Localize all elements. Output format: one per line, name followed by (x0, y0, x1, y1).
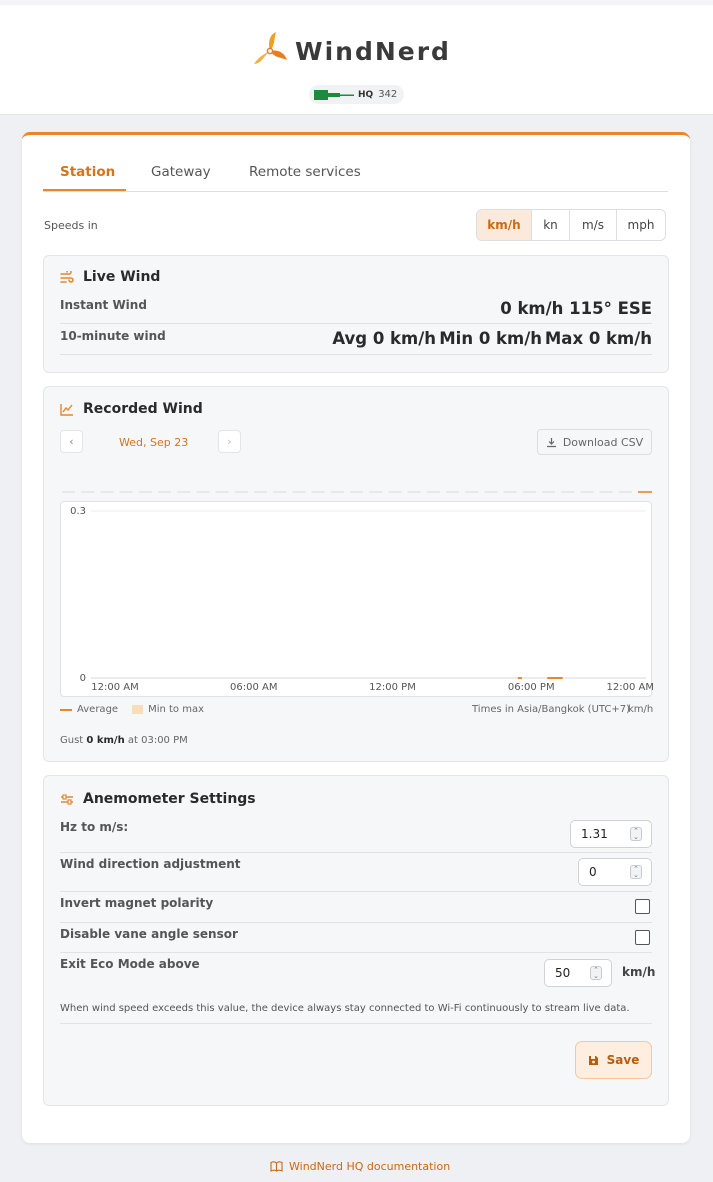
documentation-link-label: WindNerd HQ documentation (289, 1160, 451, 1173)
x-tick-label: 06:00 AM (230, 682, 277, 693)
ten-minute-max: Max 0 km/h (544, 329, 652, 348)
invert-polarity-checkbox[interactable] (635, 899, 650, 914)
eco-mode-unit: km/h (622, 965, 656, 979)
x-tick-label: 06:00 PM (508, 682, 555, 693)
disable-vane-checkbox[interactable] (635, 930, 650, 945)
live-wind-panel: Live Wind Instant Wind 0 km/h 115° ESE 1… (43, 255, 669, 373)
direction-adjust-input[interactable]: 0 ⌃ ⌄ (578, 858, 652, 886)
legend-range-swatch (132, 705, 144, 714)
next-day-button[interactable]: › (218, 430, 241, 453)
unit-kmh-button[interactable]: km/h (477, 210, 532, 240)
unit-mph-button[interactable]: mph (617, 210, 665, 240)
eco-mode-spinner[interactable]: ⌃ ⌄ (590, 966, 602, 980)
anemometer-title: Anemometer Settings (60, 791, 256, 807)
y-tick-label: 0 (80, 673, 86, 684)
gust-prefix: Gust (60, 735, 84, 746)
device-model: HQ (358, 89, 374, 100)
timezone-note: Times in Asia/Bangkok (UTC+7) (472, 704, 631, 715)
windmill-logo-icon (254, 32, 287, 64)
direction-adjust-row: Wind direction adjustment 0 ⌃ ⌄ (60, 853, 652, 892)
hz-spinner[interactable]: ⌃ ⌄ (630, 827, 642, 841)
eco-mode-row: Exit Eco Mode above 50 ⌃ ⌄ km/h When wind… (60, 953, 656, 1024)
download-csv-button[interactable]: Download CSV (537, 429, 652, 455)
hz-row: Hz to m/s: 1.31 ⌃ ⌄ (60, 817, 652, 853)
legend-average-label: Average (77, 704, 119, 715)
ten-minute-min: Min 0 km/h (439, 329, 542, 348)
legend-range-label: Min to max (148, 704, 205, 715)
gust-time: at 03:00 PM (127, 735, 188, 746)
unit-ms-button[interactable]: m/s (570, 210, 617, 240)
wind-chart: 0.3 0 12:00 AM 06:00 AM 12:00 PM 06:00 PM 12:0… (60, 501, 654, 697)
tab-remote-services[interactable]: Remote services (249, 164, 361, 180)
ten-minute-wind-label: 10-minute wind (60, 329, 166, 343)
legend-average-swatch (60, 708, 72, 711)
eco-mode-value: 50 (555, 966, 571, 980)
download-csv-label: Download CSV (562, 435, 644, 449)
chart-unit: km/h (628, 704, 654, 715)
live-wind-title-text: Live Wind (83, 269, 161, 285)
invert-polarity-label: Invert magnet polarity (60, 896, 214, 910)
anemometer-title-text: Anemometer Settings (83, 791, 256, 807)
disable-vane-label: Disable vane angle sensor (60, 927, 238, 941)
flag-icon (314, 89, 354, 100)
tab-bar: Station Gateway Remote services (43, 159, 668, 192)
save-label: Save (606, 1053, 640, 1067)
floppy-disk-icon (588, 1055, 598, 1065)
prev-day-button[interactable]: ‹ (60, 430, 83, 453)
direction-adjust-spinner[interactable]: ⌃ ⌄ (630, 865, 642, 879)
direction-adjust-value: 0 (589, 865, 597, 879)
direction-adjust-label: Wind direction adjustment (60, 857, 241, 871)
unit-selector: km/h kn m/s mph (476, 209, 666, 241)
live-wind-title: Live Wind (60, 269, 160, 285)
book-icon (270, 1161, 283, 1172)
save-button[interactable]: Save (575, 1041, 652, 1079)
unit-kn-button[interactable]: kn (532, 210, 570, 240)
ten-minute-avg: Avg 0 km/h (332, 329, 436, 348)
instant-wind-label: Instant Wind (60, 298, 147, 312)
recorded-wind-title-text: Recorded Wind (83, 401, 203, 417)
direction-strip (62, 491, 652, 493)
invert-polarity-row: Invert magnet polarity (60, 892, 652, 923)
documentation-link[interactable]: WindNerd HQ documentation (270, 1160, 450, 1173)
line-chart-icon (60, 403, 73, 416)
sliders-icon (61, 793, 73, 805)
windnerd-logo[interactable]: WindNerd (249, 30, 451, 72)
eco-mode-input[interactable]: 50 ⌃ ⌄ (544, 959, 612, 987)
recorded-wind-title: Recorded Wind (60, 401, 203, 417)
selected-date[interactable]: Wed, Sep 23 (119, 436, 188, 449)
tab-station[interactable]: Station (60, 164, 115, 180)
download-icon (546, 437, 556, 447)
x-tick-label: 12:00 AM (91, 682, 138, 693)
x-tick-label: 12:00 PM (369, 682, 416, 693)
gust-value: 0 km/h (86, 735, 125, 746)
logo-wordmark: WindNerd (295, 36, 451, 66)
ten-minute-wind-row: 10-minute wind Avg 0 km/h Min 0 km/h Max… (60, 324, 652, 355)
wind-icon (60, 270, 74, 283)
instant-wind-value: 0 km/h 115° ESE (500, 299, 652, 318)
eco-mode-label: Exit Eco Mode above (60, 957, 200, 971)
chart-legend: Average Min to max (60, 704, 204, 715)
instant-wind-row: Instant Wind 0 km/h 115° ESE (60, 296, 652, 324)
main-card: Station Gateway Remote services Speeds i… (22, 132, 690, 1143)
app-header: WindNerd HQ 342 (0, 0, 713, 115)
tab-gateway[interactable]: Gateway (151, 164, 211, 180)
recorded-wind-panel: Recorded Wind ‹ Wed, Sep 23 › Download C… (43, 386, 669, 762)
device-badge: HQ 342 (309, 85, 404, 104)
anemometer-settings-panel: Anemometer Settings Hz to m/s: 1.31 ⌃ ⌄ W… (43, 775, 669, 1106)
speeds-label: Speeds in (44, 219, 98, 232)
y-tick-label: 0.3 (70, 506, 86, 517)
x-tick-label: 12:00 AM (607, 682, 653, 693)
eco-mode-help: When wind speed exceeds this value, the … (60, 1003, 630, 1014)
gust-summary: Gust 0 km/h at 03:00 PM (60, 735, 188, 746)
device-number: 342 (378, 89, 398, 100)
disable-vane-row: Disable vane angle sensor (60, 923, 652, 953)
hz-value: 1.31 (581, 827, 608, 841)
active-tab-indicator (43, 189, 126, 191)
hz-input[interactable]: 1.31 ⌃ ⌄ (570, 820, 652, 848)
wind-chart-svg: 0.3 0 12:00 AM 06:00 AM 12:00 PM 06:00 PM 12:0… (70, 506, 654, 693)
hz-label: Hz to m/s: (60, 820, 129, 834)
